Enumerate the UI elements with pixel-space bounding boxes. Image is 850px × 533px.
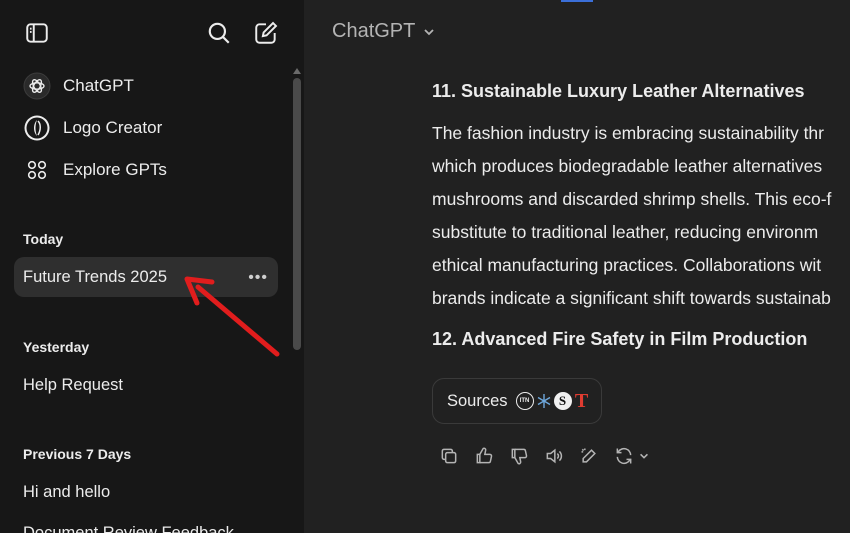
section-title-today: Today — [23, 231, 64, 247]
sidebar-item-logo-creator[interactable]: Logo Creator — [14, 108, 278, 148]
paragraph-line: which produces biodegradable leather alt… — [432, 156, 823, 176]
section-title-yesterday: Yesterday — [23, 339, 90, 355]
section-title-previous-7-days: Previous 7 Days — [23, 446, 132, 462]
favicon-text: ITN — [519, 398, 530, 404]
chatgpt-logo-icon — [23, 72, 51, 100]
sources-button[interactable]: Sources ITN S T — [432, 378, 602, 424]
chat-item-help-request[interactable]: Help Request — [14, 365, 278, 405]
message-paragraph: The fashion industry is embracing sustai… — [432, 117, 850, 315]
sidebar-scrollbar[interactable] — [293, 78, 301, 350]
sidebar-item-chatgpt[interactable]: ChatGPT — [14, 66, 278, 106]
snowflake-favicon-icon — [535, 392, 553, 410]
scrollbar-up-arrow[interactable] — [293, 68, 301, 74]
chat-item-label: Hi and hello — [23, 482, 111, 501]
main-panel: ChatGPT 11. Sustainable Luxury Leather A… — [304, 0, 850, 533]
favicon-text: S — [558, 393, 567, 408]
top-indicator — [561, 0, 593, 2]
model-selector-label: ChatGPT — [332, 20, 416, 42]
chat-item-label: Help Request — [23, 375, 123, 394]
more-options-icon[interactable]: ••• — [248, 269, 268, 287]
paragraph-line: mushrooms and discarded shrimp shells. T… — [432, 189, 832, 209]
paragraph-line: brands indicate a significant shift towa… — [432, 288, 831, 308]
chat-item-document-review[interactable]: Document Review Feedback — [14, 513, 278, 533]
toggle-sidebar-icon[interactable] — [22, 18, 52, 48]
sidebar-item-explore-gpts[interactable]: Explore GPTs — [14, 150, 278, 190]
paragraph-line: The fashion industry is embracing sustai… — [432, 123, 824, 143]
heading-item-11: 11. Sustainable Luxury Leather Alternati… — [432, 81, 805, 101]
sidebar-item-label: ChatGPT — [63, 76, 134, 95]
new-chat-icon[interactable] — [251, 18, 281, 48]
grid-dots-icon — [23, 156, 51, 184]
edit-canvas-icon[interactable] — [576, 443, 602, 469]
paragraph-line: ethical manufacturing practices. Collabo… — [432, 255, 822, 275]
source-favicons: ITN S T — [515, 389, 592, 412]
sidebar-item-label: Logo Creator — [63, 118, 163, 137]
regenerate-icon[interactable] — [611, 443, 637, 469]
sidebar-item-label: Explore GPTs — [63, 160, 167, 179]
model-selector[interactable]: ChatGPT — [332, 20, 436, 43]
itn-favicon-icon: ITN — [515, 392, 534, 410]
search-icon[interactable] — [204, 18, 234, 48]
logo-creator-icon — [23, 114, 51, 142]
paragraph-line: substitute to traditional leather, reduc… — [432, 222, 819, 242]
sidebar: ChatGPT Logo Creator Explore GPTs Today … — [0, 0, 304, 533]
chat-item-label: Future Trends 2025 — [23, 267, 168, 286]
chat-item-hi-and-hello[interactable]: Hi and hello — [14, 472, 278, 512]
read-aloud-icon[interactable] — [541, 443, 567, 469]
heading-item-12: 12. Advanced Fire Safety in Film Product… — [432, 329, 808, 349]
sources-label: Sources — [447, 391, 508, 410]
favicon-text: T — [574, 389, 589, 412]
chevron-down-icon[interactable] — [637, 443, 651, 469]
message-actions — [436, 443, 660, 469]
s-favicon-icon: S — [553, 392, 572, 410]
t-favicon-icon: T — [573, 389, 591, 412]
chat-item-future-trends[interactable]: Future Trends 2025 ••• — [14, 257, 278, 297]
chevron-down-icon — [424, 28, 434, 35]
thumbs-down-icon[interactable] — [506, 443, 532, 469]
copy-icon[interactable] — [436, 443, 462, 469]
thumbs-up-icon[interactable] — [471, 443, 497, 469]
chat-item-label: Document Review Feedback — [23, 523, 234, 533]
